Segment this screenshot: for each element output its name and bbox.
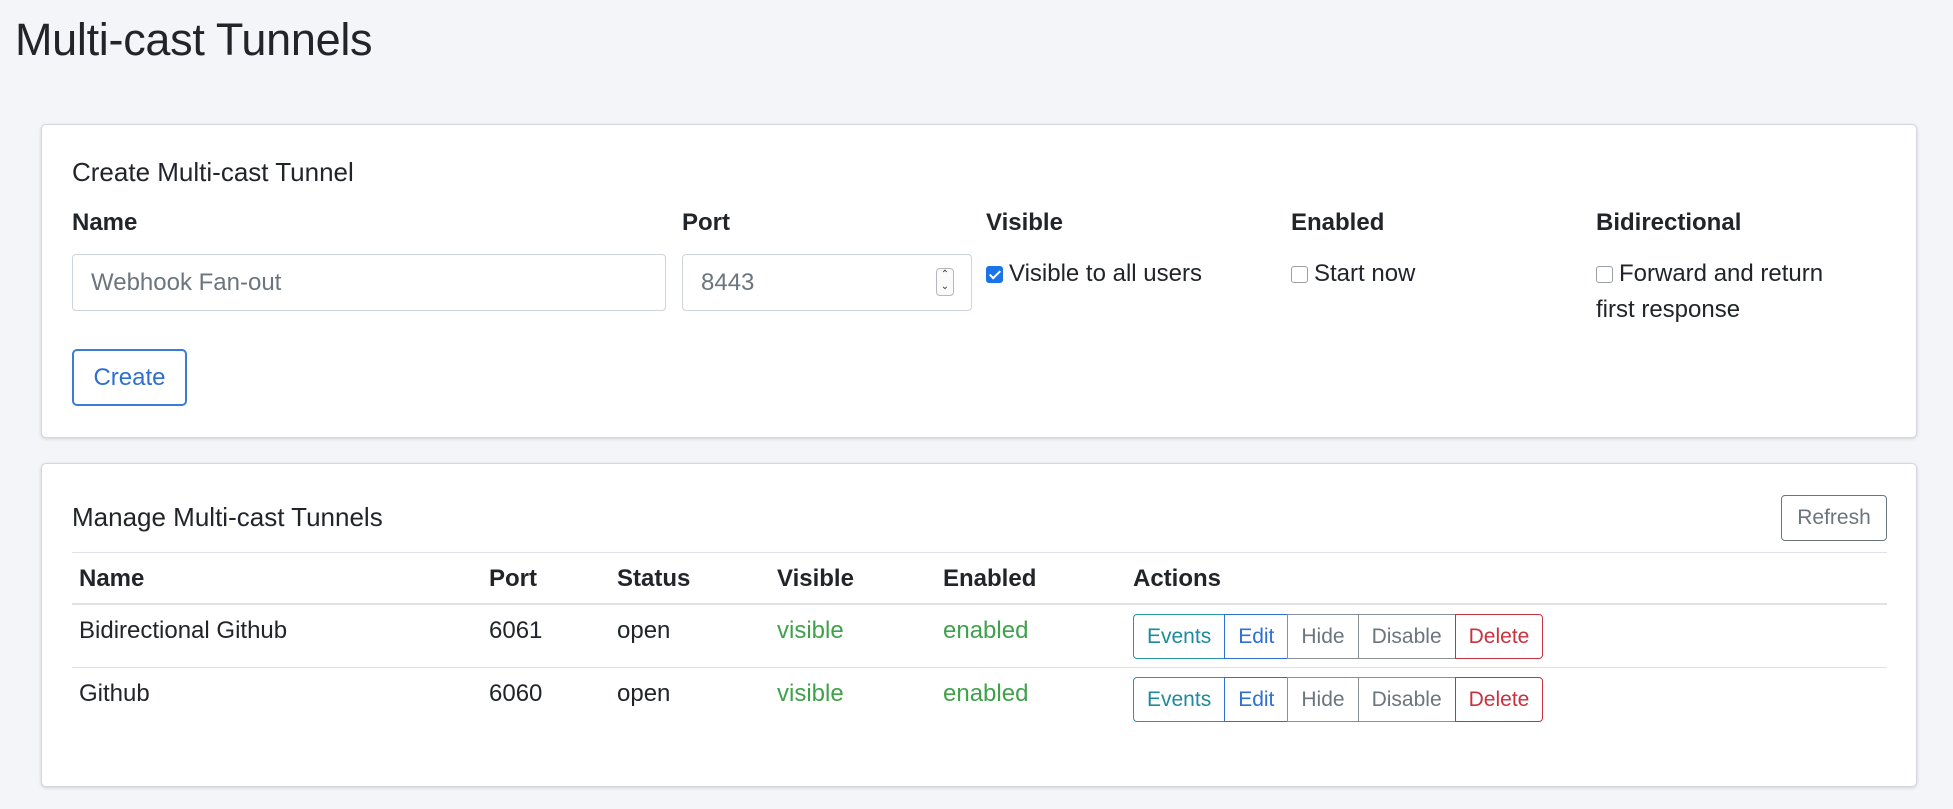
disable-button[interactable]: Disable — [1357, 614, 1456, 659]
table-row: Bidirectional Github 6061 open visible e… — [72, 605, 1887, 668]
refresh-button[interactable]: Refresh — [1781, 495, 1887, 541]
tunnel-enabled: enabled — [943, 680, 1029, 707]
visible-option-label: Visible to all users — [1009, 260, 1202, 287]
tunnel-status: open — [617, 617, 671, 644]
create-button[interactable]: Create — [72, 349, 187, 406]
enabled-option-label: Start now — [1314, 260, 1416, 287]
visible-checkbox[interactable] — [986, 266, 1003, 283]
tunnel-visible: visible — [777, 680, 844, 707]
tunnel-name: Bidirectional Github — [79, 617, 288, 644]
table-header-row: Name Port Status Visible Enabled Actions — [72, 552, 1887, 605]
column-header-actions: Actions — [1133, 565, 1222, 592]
hide-button[interactable]: Hide — [1287, 614, 1359, 659]
delete-button[interactable]: Delete — [1454, 614, 1544, 659]
events-button[interactable]: Events — [1133, 677, 1226, 722]
enabled-checkbox[interactable] — [1291, 266, 1308, 283]
tunnel-status: open — [617, 680, 671, 707]
port-label: Port — [682, 209, 730, 236]
hide-button[interactable]: Hide — [1287, 677, 1359, 722]
row-actions: Events Edit Hide Disable Delete — [1133, 677, 1544, 722]
stepper-down-icon[interactable]: ⌄ — [937, 281, 953, 293]
tunnel-enabled: enabled — [943, 617, 1029, 644]
port-stepper[interactable]: ⌃ ⌄ — [936, 268, 954, 296]
column-header-visible[interactable]: Visible — [777, 565, 854, 593]
page-title: Multi-cast Tunnels — [15, 14, 373, 65]
column-header-port[interactable]: Port — [489, 565, 537, 593]
port-field: ⌃ ⌄ — [682, 254, 972, 311]
bidirectional-option-label: Forward and return first response — [1596, 260, 1824, 323]
stepper-up-icon[interactable]: ⌃ — [937, 269, 953, 281]
bidirectional-checkbox-row[interactable]: Forward and return first response — [1596, 256, 1866, 328]
create-card-title: Create Multi-cast Tunnel — [72, 157, 354, 187]
tunnel-visible: visible — [777, 617, 844, 644]
column-header-name[interactable]: Name — [79, 565, 144, 593]
edit-button[interactable]: Edit — [1224, 614, 1289, 659]
tunnels-table: Name Port Status Visible Enabled Actions… — [72, 552, 1887, 731]
bidirectional-label: Bidirectional — [1596, 209, 1742, 236]
visible-label: Visible — [986, 209, 1063, 236]
disable-button[interactable]: Disable — [1357, 677, 1456, 722]
manage-tunnels-card: Manage Multi-cast Tunnels Refresh Name P… — [41, 463, 1917, 787]
name-input[interactable] — [72, 254, 666, 311]
edit-button[interactable]: Edit — [1224, 677, 1289, 722]
bidirectional-checkbox[interactable] — [1596, 266, 1613, 283]
enabled-label: Enabled — [1291, 209, 1385, 236]
column-header-enabled[interactable]: Enabled — [943, 565, 1036, 593]
manage-card-title: Manage Multi-cast Tunnels — [72, 502, 383, 532]
tunnel-port: 6061 — [489, 617, 543, 644]
column-header-status[interactable]: Status — [617, 565, 690, 593]
delete-button[interactable]: Delete — [1454, 677, 1544, 722]
table-row: Github 6060 open visible enabled Events … — [72, 668, 1887, 731]
tunnel-port: 6060 — [489, 680, 543, 707]
events-button[interactable]: Events — [1133, 614, 1226, 659]
row-actions: Events Edit Hide Disable Delete — [1133, 614, 1544, 659]
enabled-checkbox-row[interactable]: Start now — [1291, 256, 1415, 292]
port-input[interactable] — [682, 254, 972, 311]
tunnel-name: Github — [79, 680, 150, 707]
visible-checkbox-row[interactable]: Visible to all users — [986, 256, 1202, 292]
create-tunnel-card: Create Multi-cast Tunnel Name Port ⌃ ⌄ V… — [41, 124, 1917, 438]
name-label: Name — [72, 209, 138, 236]
